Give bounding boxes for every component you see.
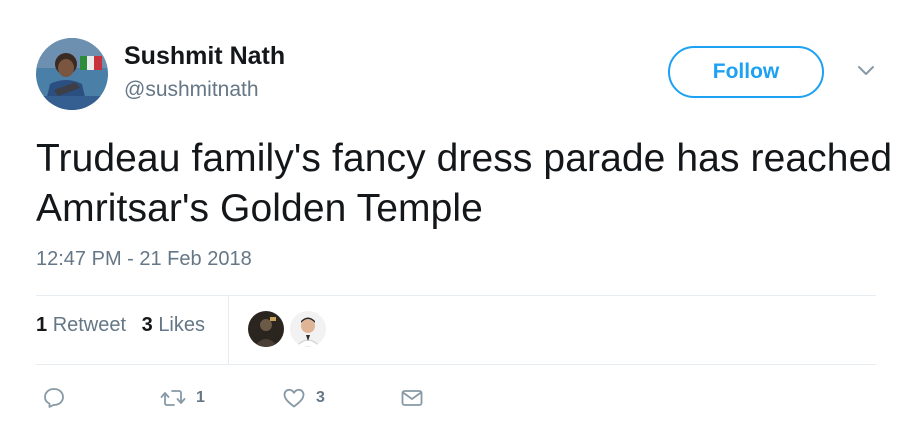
- divider: [36, 364, 876, 365]
- liker-avatar[interactable]: [290, 311, 326, 347]
- tweet-text: Trudeau family's fancy dress parade has …: [36, 137, 893, 230]
- chevron-down-icon[interactable]: [856, 64, 876, 78]
- retweet-count: 1: [196, 389, 205, 406]
- likes-label: Likes: [158, 314, 206, 336]
- like-button[interactable]: 3: [282, 386, 325, 410]
- user-handle[interactable]: @sushmitnath: [124, 78, 259, 102]
- user-display-name[interactable]: Sushmit Nath: [124, 42, 285, 71]
- direct-message-button[interactable]: [400, 386, 424, 410]
- retweet-icon: [160, 386, 186, 410]
- retweets-count: 1: [36, 314, 48, 336]
- follow-button[interactable]: Follow: [668, 46, 824, 98]
- envelope-icon: [400, 386, 424, 410]
- retweets-label: Retweet: [52, 314, 127, 336]
- retweet-button[interactable]: 1: [160, 386, 205, 410]
- liker-avatar[interactable]: [248, 311, 284, 347]
- reply-icon: [42, 386, 66, 410]
- retweets-stat[interactable]: 1 Retweet: [36, 314, 126, 336]
- like-count: 3: [316, 389, 325, 406]
- divider: [36, 295, 876, 296]
- engagement-stats: 1 Retweet 3 Likes: [36, 314, 215, 337]
- likes-stat[interactable]: 3 Likes: [142, 314, 205, 336]
- likes-count: 3: [141, 314, 153, 336]
- stats-divider: [228, 296, 229, 364]
- tweet-card: Sushmit Nath @sushmitnath Follow Trudeau…: [0, 0, 922, 448]
- reply-button[interactable]: [42, 386, 66, 410]
- tweet-timestamp[interactable]: 12:47 PM - 21 Feb 2018: [36, 248, 252, 271]
- heart-icon: [282, 386, 306, 410]
- user-avatar[interactable]: [36, 38, 108, 110]
